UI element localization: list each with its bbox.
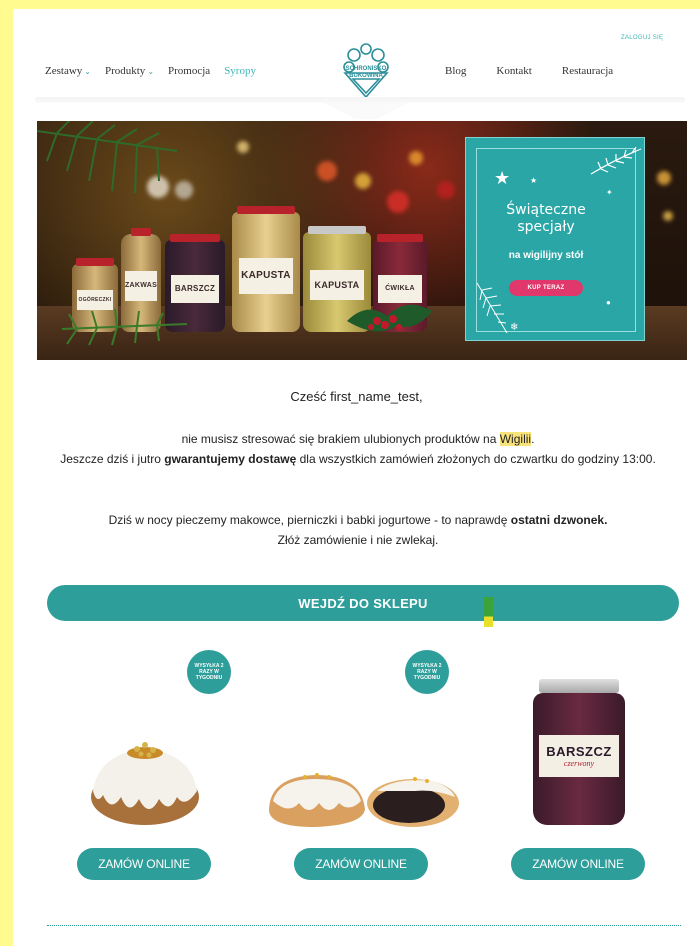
cursor-marker [484, 597, 493, 627]
promo-title-line1: Świąteczne [506, 202, 586, 218]
nav-right: Blog Kontakt Restauracja [445, 65, 643, 77]
logo-text: SCHRONISKO BUKOWINA [341, 66, 391, 80]
nav-item-kontakt[interactable]: Kontakt [496, 65, 531, 77]
text: Jeszcze dziś i jutro [60, 452, 165, 466]
feather-icon [476, 282, 508, 334]
promo-card[interactable]: ★ ★ ✦ ● ❄ Świąteczne specjały na wigilij… [465, 137, 645, 341]
barszcz-jar-image[interactable]: BARSZCZ czerwony [531, 679, 627, 825]
order-online-button[interactable]: ZAMÓW ONLINE [77, 848, 211, 880]
pine-branch-icon [37, 121, 178, 194]
text: . [531, 432, 535, 446]
jar-label: BARSZCZ czerwony [539, 735, 619, 777]
bokeh-light [237, 141, 249, 153]
jar-label: ZAKWAS [125, 271, 157, 301]
nav-item-restauracja[interactable]: Restauracja [562, 65, 613, 77]
jar-label-subtitle: czerwony [563, 759, 595, 768]
text: Złóż zamówienie i nie zwlekaj. [277, 533, 439, 547]
bundt-cake-image[interactable] [89, 735, 201, 827]
promo-title: Świąteczne specjały [466, 202, 626, 236]
logo-line2: BUKOWINA [349, 73, 383, 79]
jar-label-title: BARSZCZ [546, 744, 612, 759]
jar-lid [308, 226, 366, 234]
pine-branch-icon [61, 308, 188, 346]
promo-subtitle: na wigilijny stół [508, 250, 584, 261]
text: Dziś w nocy pieczemy makowce, pierniczki… [108, 513, 511, 527]
header-divider [35, 97, 685, 103]
bold-text: gwarantujemy dostawę [164, 452, 297, 466]
greeting: Cześć first_name_test, [290, 389, 423, 404]
enter-shop-button[interactable]: WEJDŹ DO SKLEPU [47, 585, 679, 621]
jar-lid [75, 258, 115, 266]
order-online-button[interactable]: ZAMÓW ONLINE [511, 848, 645, 880]
holly-berries-icon [347, 304, 432, 332]
shipping-badge: WYSYŁKA 2 RAZY W TYGODNIU [187, 650, 231, 694]
jar-lid [539, 679, 619, 693]
bokeh-light [355, 173, 371, 189]
email-body: ZALOGUJ SIĘ Zestawy ⌄ Produkty ⌄ Promocja … [13, 9, 700, 946]
text: dla wszystkich zamówień złożonych do czw… [296, 452, 656, 466]
paragraph-baking: Dziś w nocy pieczemy makowce, pierniczki… [43, 510, 673, 550]
nav-label: Produkty [104, 65, 146, 77]
jar-lid [237, 206, 295, 214]
bokeh-light [387, 191, 409, 213]
jar-label: KAPUSTA [238, 257, 294, 294]
star-icon: ★ [530, 176, 538, 185]
bokeh-light [317, 161, 337, 181]
bokeh-light [437, 181, 455, 199]
jar-lid [169, 234, 221, 242]
footer-divider [47, 925, 681, 926]
star-icon: ★ [494, 168, 511, 188]
promo-title-line2: specjały [517, 219, 575, 235]
highlighted-text: Wigilii [499, 432, 532, 446]
nav-item-syropy[interactable]: Syropy [224, 65, 256, 77]
order-online-button[interactable]: ZAMÓW ONLINE [294, 848, 428, 880]
branch-icon [590, 146, 642, 175]
jar-lid [131, 228, 151, 236]
bokeh-light [409, 151, 423, 165]
poppy-seed-cake-image[interactable] [265, 761, 461, 833]
jar: KAPUSTA [232, 206, 300, 332]
text: nie musisz stresować się brakiem ulubion… [181, 432, 500, 446]
chevron-down-icon: ⌄ [147, 67, 155, 76]
bold-text: ostatni dzwonek. [510, 513, 608, 527]
nav-item-blog[interactable]: Blog [445, 65, 466, 77]
nav-label: Zestawy [45, 65, 83, 77]
header: ZALOGUJ SIĘ Zestawy ⌄ Produkty ⌄ Promocja … [13, 9, 700, 119]
nav-left: Zestawy ⌄ Produkty ⌄ Promocja Syropy [45, 65, 270, 77]
logo-line1: SCHRONISKO [345, 66, 387, 72]
buy-now-button[interactable]: KUP TERAZ [509, 280, 583, 296]
bokeh-light [663, 211, 673, 221]
bokeh-light [657, 171, 671, 185]
paragraph-delivery: nie musisz stresować się brakiem ulubion… [43, 429, 673, 469]
chevron-down-icon: ⌄ [84, 67, 91, 76]
jar-lid [377, 234, 423, 242]
shipping-badge: WYSYŁKA 2 RAZY W TYGODNIU [405, 650, 449, 694]
nav-item-promocja[interactable]: Promocja [168, 65, 210, 77]
logo[interactable]: SCHRONISKO BUKOWINA [311, 19, 421, 119]
nav-item-zestawy[interactable]: Zestawy ⌄ [45, 65, 91, 77]
star-icon: ✦ [606, 188, 613, 197]
nav-item-produkty[interactable]: Produkty ⌄ [105, 65, 154, 77]
hero-banner[interactable]: OGÓRECZKI ZAKWAS BARSZCZ KAPUSTA KAPUSTA… [37, 121, 687, 360]
star-icon: ● [606, 298, 611, 307]
login-link[interactable]: ZALOGUJ SIĘ [621, 35, 663, 41]
